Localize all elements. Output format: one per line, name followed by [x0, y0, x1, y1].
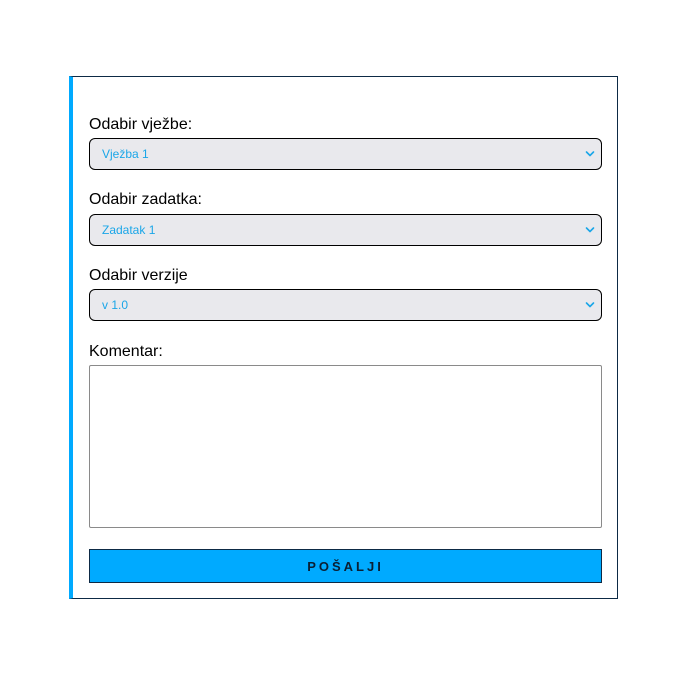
task-select[interactable]: Zadatak 1	[89, 214, 602, 246]
version-select-value: v 1.0	[102, 298, 129, 312]
exercise-select[interactable]: Vježba 1	[89, 138, 602, 170]
chevron-down-icon	[585, 227, 595, 233]
form-card: Odabir vježbe: Vježba 1 Odabir zadatka: …	[69, 76, 618, 599]
chevron-down-icon	[585, 151, 595, 157]
comment-label: Komentar:	[89, 343, 163, 360]
submit-button-label: POŠALJI	[307, 558, 384, 574]
comment-textarea[interactable]	[89, 365, 602, 528]
exercise-label: Odabir vježbe:	[89, 116, 193, 133]
submit-button[interactable]: POŠALJI	[89, 549, 602, 583]
task-select-value: Zadatak 1	[102, 223, 156, 237]
version-label: Odabir verzije	[89, 267, 188, 284]
version-select[interactable]: v 1.0	[89, 289, 602, 321]
task-label: Odabir zadatka:	[89, 191, 202, 208]
chevron-down-icon	[585, 302, 595, 308]
exercise-select-value: Vježba 1	[102, 147, 149, 161]
